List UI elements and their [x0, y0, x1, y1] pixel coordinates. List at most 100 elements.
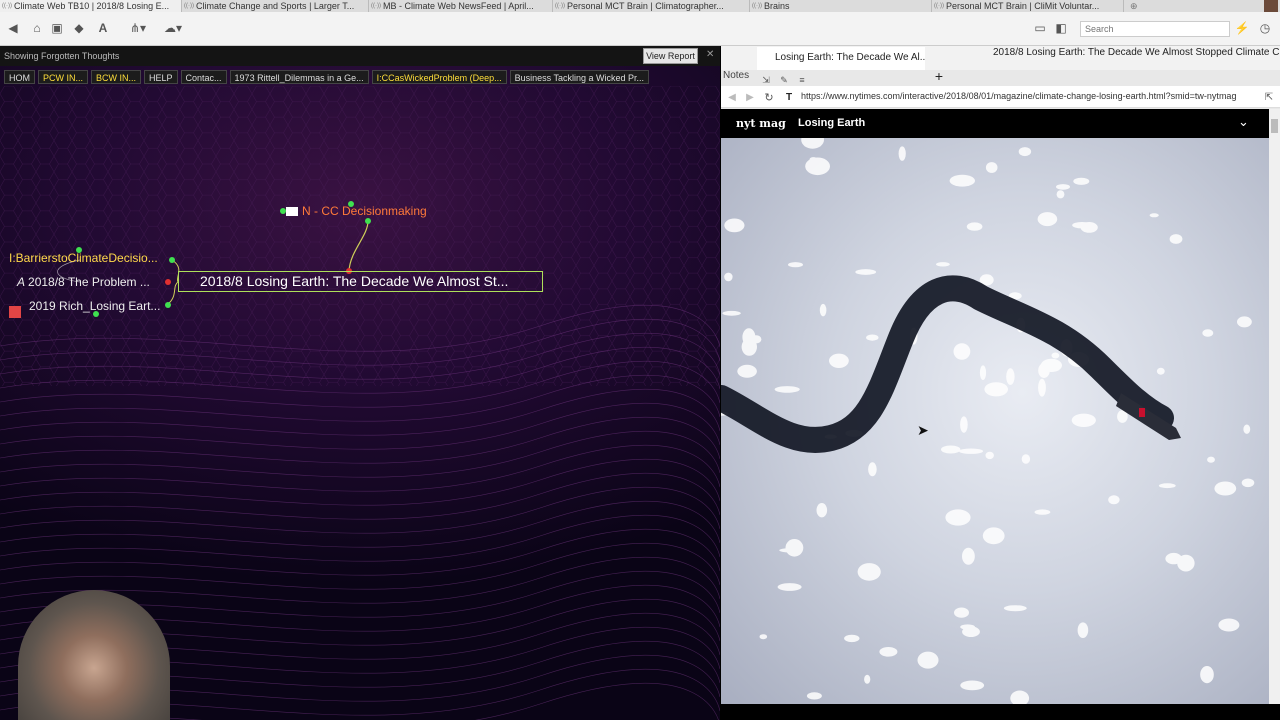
layout-icon[interactable]: ⋔▾: [126, 20, 150, 36]
mouse-cursor-icon: ➤: [917, 422, 929, 438]
ice-floe: [855, 269, 877, 275]
ice-floe: [982, 527, 1005, 545]
mesh-line: [0, 501, 720, 548]
tab-climit[interactable]: Personal MCT Brain | CliMit Voluntar...: [932, 0, 1124, 12]
weather-icon[interactable]: ☁▾: [160, 20, 186, 36]
active-thought[interactable]: 2018/8 Losing Earth: The Decade We Almos…: [178, 271, 543, 292]
mesh-line: [0, 417, 720, 464]
reload-icon[interactable]: ↻: [763, 89, 775, 105]
ice-floe: [1040, 358, 1062, 372]
ice-floe: [806, 692, 822, 700]
web-tab-losing-earth[interactable]: Losing Earth: The Decade We Al...: [757, 47, 925, 70]
tab-label: MB - Climate Web NewsFeed | April...: [383, 1, 534, 11]
ice-floe: [759, 634, 768, 640]
ice-floe: [819, 303, 827, 317]
ice-floe: [1169, 234, 1183, 244]
ice-floe: [844, 634, 860, 643]
web-back-icon[interactable]: ◀: [727, 89, 737, 105]
mesh-line: [0, 515, 720, 562]
tag-icon[interactable]: ◆: [72, 20, 86, 36]
ice-floe: [1051, 352, 1060, 359]
lightning-icon[interactable]: ⚡: [1235, 20, 1250, 36]
tab-climate-web[interactable]: Climate Web TB10 | 2018/8 Losing E...: [0, 0, 182, 12]
tab-personal-mct-brain[interactable]: Personal MCT Brain | Climatographer...: [553, 0, 750, 12]
hero-image-ice: ➤: [721, 138, 1269, 704]
ice-floe: [742, 328, 756, 346]
ice-floe: [1218, 618, 1240, 632]
ice-floe: [1077, 622, 1089, 638]
url-field[interactable]: https://www.nytimes.com/interactive/2018…: [801, 91, 1256, 101]
jump-thought[interactable]: I:BarrierstoClimateDecisio...: [9, 251, 158, 265]
ice-floe: [774, 386, 800, 393]
chevron-down-icon[interactable]: ⌄: [1238, 114, 1249, 130]
history-icon[interactable]: ▣: [50, 20, 64, 36]
mesh-line: [0, 403, 720, 450]
home-icon[interactable]: ⌂: [30, 20, 44, 36]
icebreaker-image: [721, 138, 1255, 704]
new-web-tab-icon[interactable]: +: [933, 68, 945, 84]
tab-brains[interactable]: Brains: [750, 0, 932, 12]
ice-floe: [962, 547, 975, 565]
ice-floe: [898, 146, 906, 161]
ice-floe: [788, 262, 803, 268]
sibling-thought-1[interactable]: A 2018/8 The Problem ...: [17, 275, 150, 289]
scroll-thumb[interactable]: [1271, 119, 1278, 133]
browser-tab-strip: Climate Web TB10 | 2018/8 Losing E... Cl…: [0, 0, 1280, 12]
tab-label: Personal MCT Brain | Climatographer...: [567, 1, 724, 11]
nyt-mag-logo[interactable]: nyt mag: [736, 117, 786, 130]
sibling-thought-label: 2018/8 The Problem ...: [28, 275, 150, 289]
clock-icon[interactable]: ◷: [1258, 20, 1272, 36]
web-bottom-bar: [721, 704, 1280, 720]
ice-floe: [1177, 554, 1195, 572]
ice-floe: [866, 334, 879, 341]
ice-floe: [949, 174, 975, 187]
tab-label: Personal MCT Brain | CliMit Voluntar...: [946, 1, 1100, 11]
notes-tab[interactable]: Notes: [723, 70, 749, 81]
ice-floe: [1021, 454, 1031, 464]
tab-climate-sports[interactable]: Climate Change and Sports | Larger T...: [182, 0, 369, 12]
ice-floe: [777, 583, 802, 591]
record-indicator-icon: [9, 306, 21, 318]
open-external-icon[interactable]: ⇱: [1263, 89, 1275, 105]
ice-floe: [1034, 509, 1051, 515]
ice-floe: [1071, 413, 1096, 427]
mesh-line: [0, 459, 720, 506]
nyt-header: nyt mag Losing Earth ⌄: [721, 109, 1269, 138]
user-avatar[interactable]: [1264, 0, 1278, 12]
ice-floe: [868, 462, 877, 477]
font-icon[interactable]: A: [96, 20, 110, 36]
mesh-line: [0, 473, 720, 520]
address-bar: ◀ ▶ ↻ T https://www.nytimes.com/interact…: [721, 86, 1280, 108]
ice-floe: [1072, 222, 1092, 229]
panel-icon[interactable]: ▭: [1034, 20, 1046, 36]
type-icon: A: [17, 275, 26, 289]
ice-floe: [1243, 424, 1251, 434]
ice-floe: [1158, 483, 1176, 489]
nyt-section-title[interactable]: Losing Earth: [798, 117, 865, 129]
search-input[interactable]: [1080, 21, 1230, 37]
ice-floe: [809, 157, 818, 162]
brain-plex[interactable]: Showing Forgotten Thoughts View Report ✕…: [0, 46, 720, 720]
ice-floe: [1056, 184, 1070, 190]
mesh-line: [0, 389, 720, 436]
back-icon[interactable]: ◀: [6, 20, 20, 36]
envelope-icon: [286, 207, 298, 217]
sibling-thought-2[interactable]: 2019 Rich_Losing Eart...: [29, 299, 160, 313]
page-scrollbar[interactable]: [1269, 109, 1280, 705]
web-pane: Losing Earth: The Decade We Al... 2018/8…: [721, 46, 1280, 720]
ice-floe: [1156, 367, 1165, 375]
ice-floe: [1010, 690, 1030, 704]
web-forward-icon[interactable]: ▶: [745, 89, 755, 105]
main-toolbar: ◀ ⌂ ▣ ◆ A ⋔▾ ☁▾ ▭ ◧ ⚡ ◷: [0, 12, 1280, 46]
new-tab-icon[interactable]: ⊕: [1124, 1, 1144, 12]
ice-floe: [936, 262, 950, 267]
tab-label: Climate Change and Sports | Larger T...: [196, 1, 355, 11]
ice-floe: [1073, 177, 1090, 185]
ice-floe: [737, 364, 757, 378]
tab-mb-newsfeed[interactable]: MB - Climate Web NewsFeed | April...: [369, 0, 553, 12]
mesh-line: [0, 487, 720, 534]
split-icon[interactable]: ◧: [1054, 20, 1068, 36]
ice-floe: [954, 607, 969, 618]
ice-floe: [1006, 368, 1015, 385]
parent-thought[interactable]: N - CC Decisionmaking: [286, 204, 427, 218]
